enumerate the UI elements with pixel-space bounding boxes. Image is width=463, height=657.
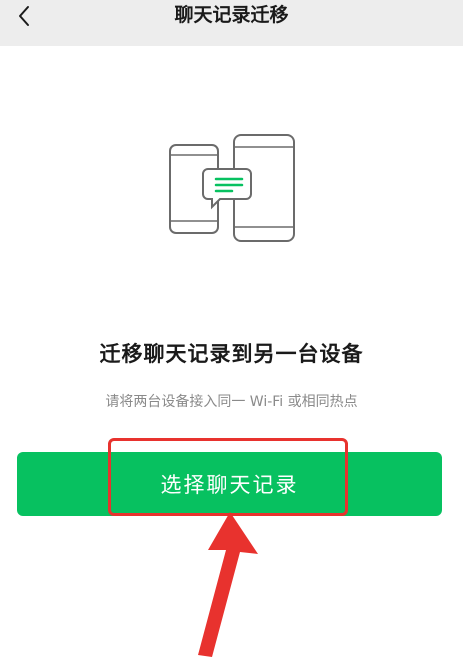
migration-screen: 聊天记录迁移 迁移聊天记录到另一台设备 请将两台设备接入同一 Wi-Fi 或相同… [0, 0, 463, 657]
navigation-bar: 聊天记录迁移 [0, 0, 463, 46]
select-chat-history-label: 选择聊天记录 [160, 473, 299, 497]
page-title: 聊天记录迁移 [174, 4, 289, 26]
migration-subtitle: 请将两台设备接入同一 Wi-Fi 或相同热点 [105, 394, 358, 410]
annotation-arrow-icon [198, 512, 258, 657]
select-chat-history-button[interactable]: 选择聊天记录 [17, 452, 442, 516]
migration-title: 迁移聊天记录到另一台设备 [99, 342, 364, 366]
phones-transfer-icon [169, 134, 295, 242]
